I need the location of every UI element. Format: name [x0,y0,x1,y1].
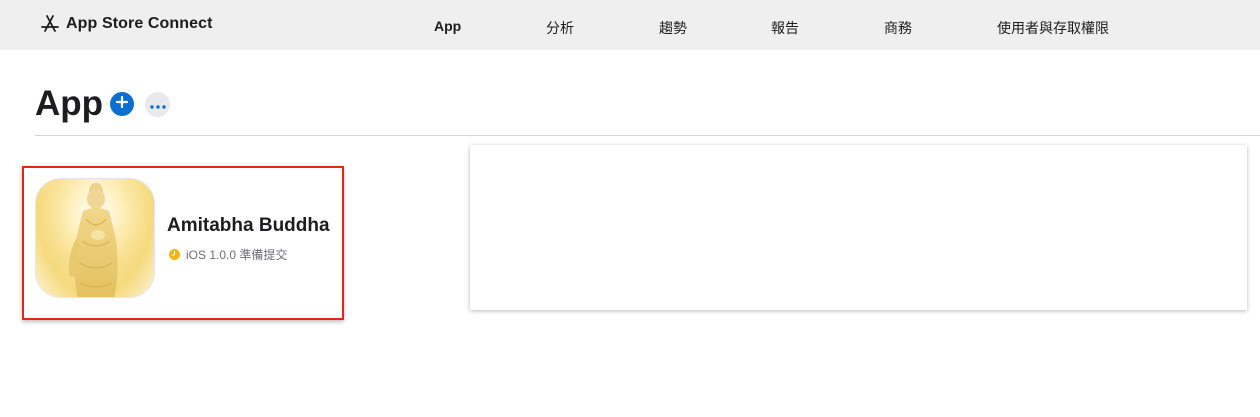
top-navigation-bar: App Store Connect App 分析 趨勢 報告 商務 使用者與存取… [0,0,1260,50]
nav-users-and-access[interactable]: 使用者與存取權限 [997,18,1109,38]
more-options-button[interactable] [145,92,170,117]
app-card-amitabha-buddha[interactable]: Amitabha Buddha iOS 1.0.0 準備提交 [22,166,344,320]
add-app-button[interactable] [110,92,134,116]
nav-trends[interactable]: 趨勢 [659,18,687,38]
page-title: App [35,84,104,123]
app-detail-panel [470,145,1247,310]
app-status-text: iOS 1.0.0 準備提交 [186,248,288,262]
app-status: iOS 1.0.0 準備提交 [169,246,287,263]
header-divider [35,135,1260,136]
app-store-icon [40,14,60,34]
app-store-connect-logo[interactable]: App Store Connect [40,14,213,34]
nav-reports[interactable]: 報告 [771,18,799,38]
plus-icon [115,95,129,113]
amitabha-buddha-app-icon [35,178,155,298]
brand-title: App Store Connect [66,15,213,32]
ellipsis-icon [149,96,166,114]
nav-app[interactable]: App [434,18,461,34]
nav-business[interactable]: 商務 [884,18,912,38]
clock-status-icon [169,249,180,260]
nav-analytics[interactable]: 分析 [546,18,574,38]
app-name: Amitabha Buddha [167,215,330,236]
